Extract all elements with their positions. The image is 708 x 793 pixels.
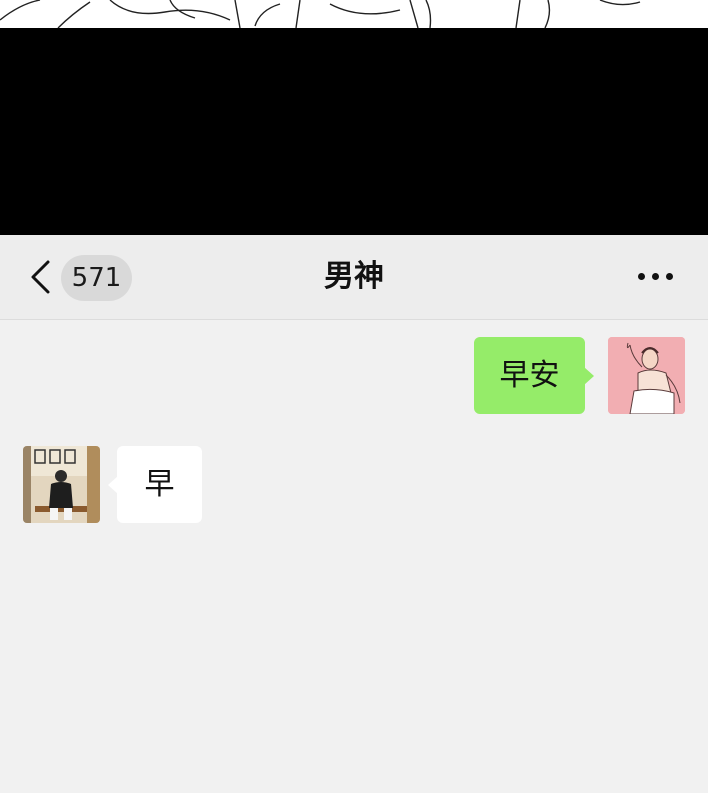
contact-avatar[interactable] [23,446,100,523]
self-avatar[interactable] [608,337,685,414]
message-list[interactable]: 早安 早 [0,320,708,793]
chat-navbar: 571 男神 [0,235,708,320]
manga-lineart [0,0,641,28]
woman-illustration-avatar [608,337,685,414]
more-dots-icon[interactable] [638,272,674,282]
message-bubble-incoming[interactable]: 早 [108,446,202,523]
black-divider-band [0,28,708,235]
man-photo-avatar [23,446,100,523]
message-bubble-outgoing[interactable]: 早安 [474,337,594,414]
manga-panel-fragment [0,0,708,28]
chat-title: 男神 [324,259,384,294]
